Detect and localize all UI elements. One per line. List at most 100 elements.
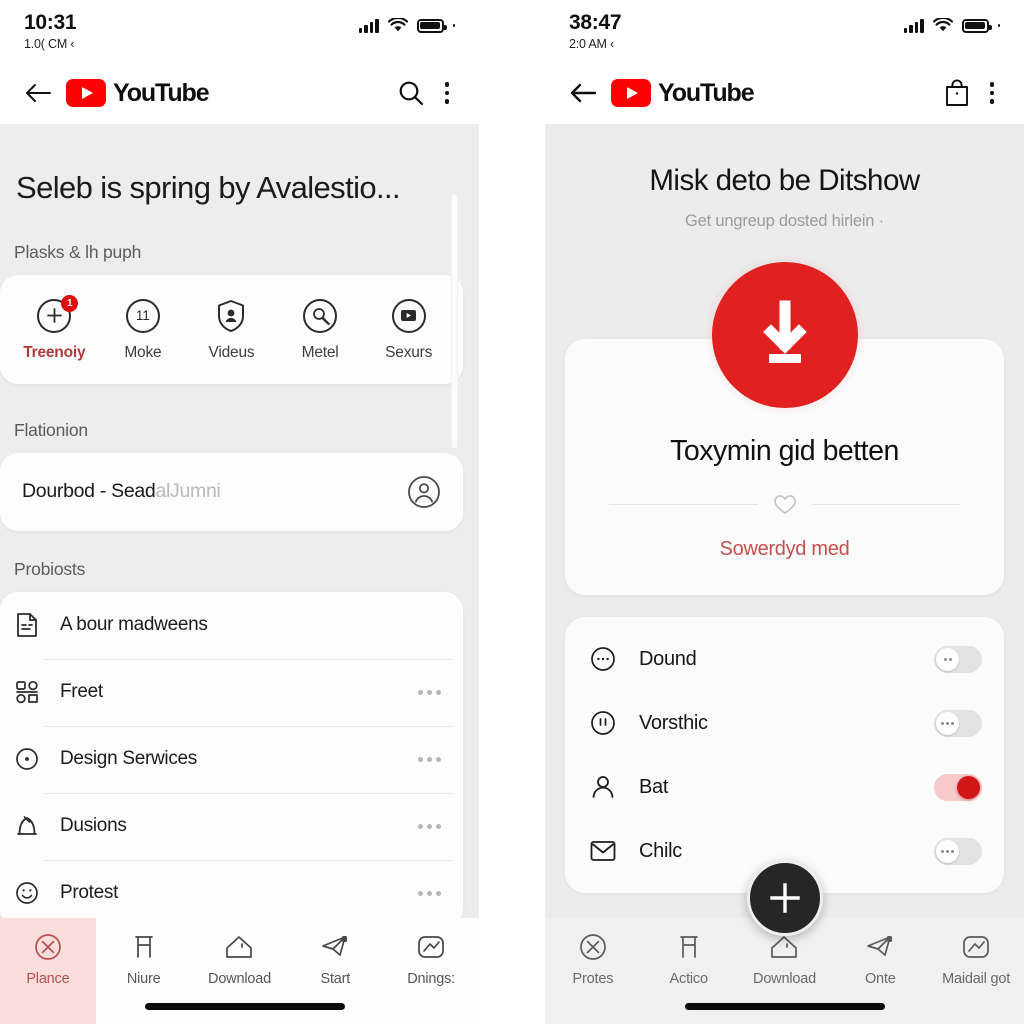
list-item-label: Design Serwices [60, 748, 197, 770]
list-item[interactable]: A bour madweens [0, 592, 463, 659]
chat-dots-circle-icon [589, 645, 617, 673]
search-value: Dourbod - Sead [22, 480, 156, 503]
page-title: Seleb is spring by Avalestio... [16, 170, 401, 205]
list-item-label: Dusions [60, 815, 127, 837]
quick-action-moke[interactable]: 11 Moke [102, 298, 184, 362]
document-lines-icon [14, 612, 40, 638]
heart-outline-icon[interactable] [772, 492, 798, 516]
list-item[interactable]: Dusions [0, 792, 463, 860]
right-status-bar: 38:47 2:0 AM ‹ [545, 0, 1024, 62]
paper-plane-icon [865, 932, 895, 962]
list-item[interactable]: Freet [0, 658, 463, 726]
quick-action-label: Metel [301, 343, 339, 361]
list-item[interactable]: Protest [0, 859, 463, 927]
account-circle-icon[interactable] [407, 475, 441, 509]
quick-action-label: Treenoiy [23, 343, 86, 361]
x-circle-icon [579, 932, 607, 962]
tab-label: Onte [864, 971, 896, 987]
status-clock-group: 10:31 1.0( CM ‹ [24, 11, 77, 51]
quick-action-label: Moke [124, 343, 162, 361]
add-floating-action-button[interactable] [746, 860, 823, 936]
list-item-label: Protest [60, 882, 119, 904]
setting-toggle[interactable] [934, 709, 982, 737]
setting-toggle[interactable] [934, 837, 982, 865]
youtube-wordmark: YouTube [113, 78, 210, 107]
x-circle-icon [34, 932, 62, 962]
quick-action-label: Videus [208, 343, 255, 361]
home-indicator [684, 1003, 885, 1010]
quick-action-metel[interactable]: Metel [279, 298, 361, 362]
youtube-play-icon [611, 79, 651, 107]
status-subtitle: 2:0 AM ‹ [569, 37, 614, 51]
list-item[interactable]: Design Serwices [0, 725, 463, 793]
battery-full-icon [961, 18, 992, 33]
tab-dnings[interactable]: Dnings: [383, 918, 479, 1024]
right-phone-panel: 38:47 2:0 AM ‹ YouTube Misk deto be Dits… [545, 0, 1024, 1024]
back-arrow-icon[interactable] [569, 82, 597, 104]
left-bottom-tab-bar: Plance Niure Download Start Dnings: [0, 918, 479, 1024]
stool-icon [130, 932, 158, 962]
hero-divider [609, 492, 960, 516]
status-dot [452, 24, 455, 27]
youtube-play-icon [66, 79, 106, 107]
shopping-bag-icon[interactable] [944, 78, 970, 108]
download-circle-icon[interactable] [711, 262, 858, 408]
list-scrollbar[interactable] [451, 194, 458, 449]
left-content-area: Seleb is spring by Avalestio... Plasks &… [0, 124, 479, 1024]
person-icon [589, 773, 617, 801]
search-icon[interactable] [397, 79, 425, 107]
status-time: 10:31 [24, 11, 77, 34]
tab-maidail-got[interactable]: Maidail got [928, 918, 1024, 1024]
divider-line-left [609, 503, 758, 505]
quick-actions-row: 1 Treenoiy 11 Moke Videus Metel Sexurs [0, 275, 463, 384]
smiley-face-icon [14, 880, 40, 906]
tab-plance[interactable]: Plance [0, 918, 96, 1024]
settings-card: Dound Vorsthic Bat Chilc [565, 617, 1004, 893]
chart-square-icon [416, 932, 446, 962]
quick-action-sexurs[interactable]: Sexurs [368, 298, 450, 362]
youtube-logo[interactable]: YouTube [66, 78, 210, 108]
tab-label: Maidail got [942, 971, 1011, 987]
quick-actions-label: Plasks & lh puph [14, 241, 142, 262]
left-phone-panel: 10:31 1.0( CM ‹ YouTube Seleb is spring … [0, 0, 479, 1024]
dual-phone-screenshot: 10:31 1.0( CM ‹ YouTube Seleb is spring … [0, 0, 1024, 1024]
setting-row-dound[interactable]: Dound [565, 627, 1004, 691]
setting-row-bat[interactable]: Bat [565, 755, 1004, 819]
setting-toggle[interactable] [934, 773, 982, 801]
back-arrow-icon[interactable] [24, 82, 52, 104]
toggle-knob [957, 775, 980, 799]
tab-label: Download [208, 971, 271, 987]
page-subtitle: Get ungreup dosted hirlein · [685, 212, 884, 230]
setting-label: Bat [639, 775, 669, 798]
more-options-icon[interactable] [418, 756, 445, 762]
setting-toggle[interactable] [934, 645, 982, 673]
panel-gutter [479, 0, 545, 1024]
kebab-menu-icon[interactable] [984, 82, 1000, 104]
status-subtitle: 1.0( CM ‹ [24, 37, 75, 51]
setting-row-vorsthic[interactable]: Vorsthic [565, 691, 1004, 755]
tab-label: Download [753, 971, 816, 987]
download-halo [704, 255, 865, 415]
toggle-knob [936, 839, 959, 863]
quick-action-treenoiy[interactable]: 1 Treenoiy [13, 294, 95, 362]
kebab-menu-icon[interactable] [439, 82, 455, 104]
more-options-icon[interactable] [418, 890, 445, 896]
plus-icon [769, 883, 800, 913]
left-status-bar: 10:31 1.0( CM ‹ [0, 0, 479, 62]
status-indicators [903, 12, 1000, 33]
grid-shapes-icon [14, 679, 40, 705]
status-dot [997, 24, 1000, 27]
quick-actions-card: 1 Treenoiy 11 Moke Videus Metel Sexurs [0, 274, 463, 384]
house-icon [769, 932, 799, 962]
left-app-bar: YouTube [0, 62, 479, 124]
tab-protes[interactable]: Protes [545, 918, 641, 1024]
hero-link[interactable]: Sowerdyd med [591, 538, 978, 561]
more-options-icon[interactable] [418, 689, 445, 695]
media-card-circle-icon [391, 298, 426, 333]
more-options-icon[interactable] [418, 823, 445, 829]
youtube-logo[interactable]: YouTube [611, 79, 755, 108]
search-field[interactable]: Dourbod - SeadalJumni [0, 452, 463, 531]
tab-label: Actico [669, 971, 708, 987]
download-button-wrap [565, 255, 1004, 415]
quick-action-videus[interactable]: Videus [190, 299, 272, 362]
